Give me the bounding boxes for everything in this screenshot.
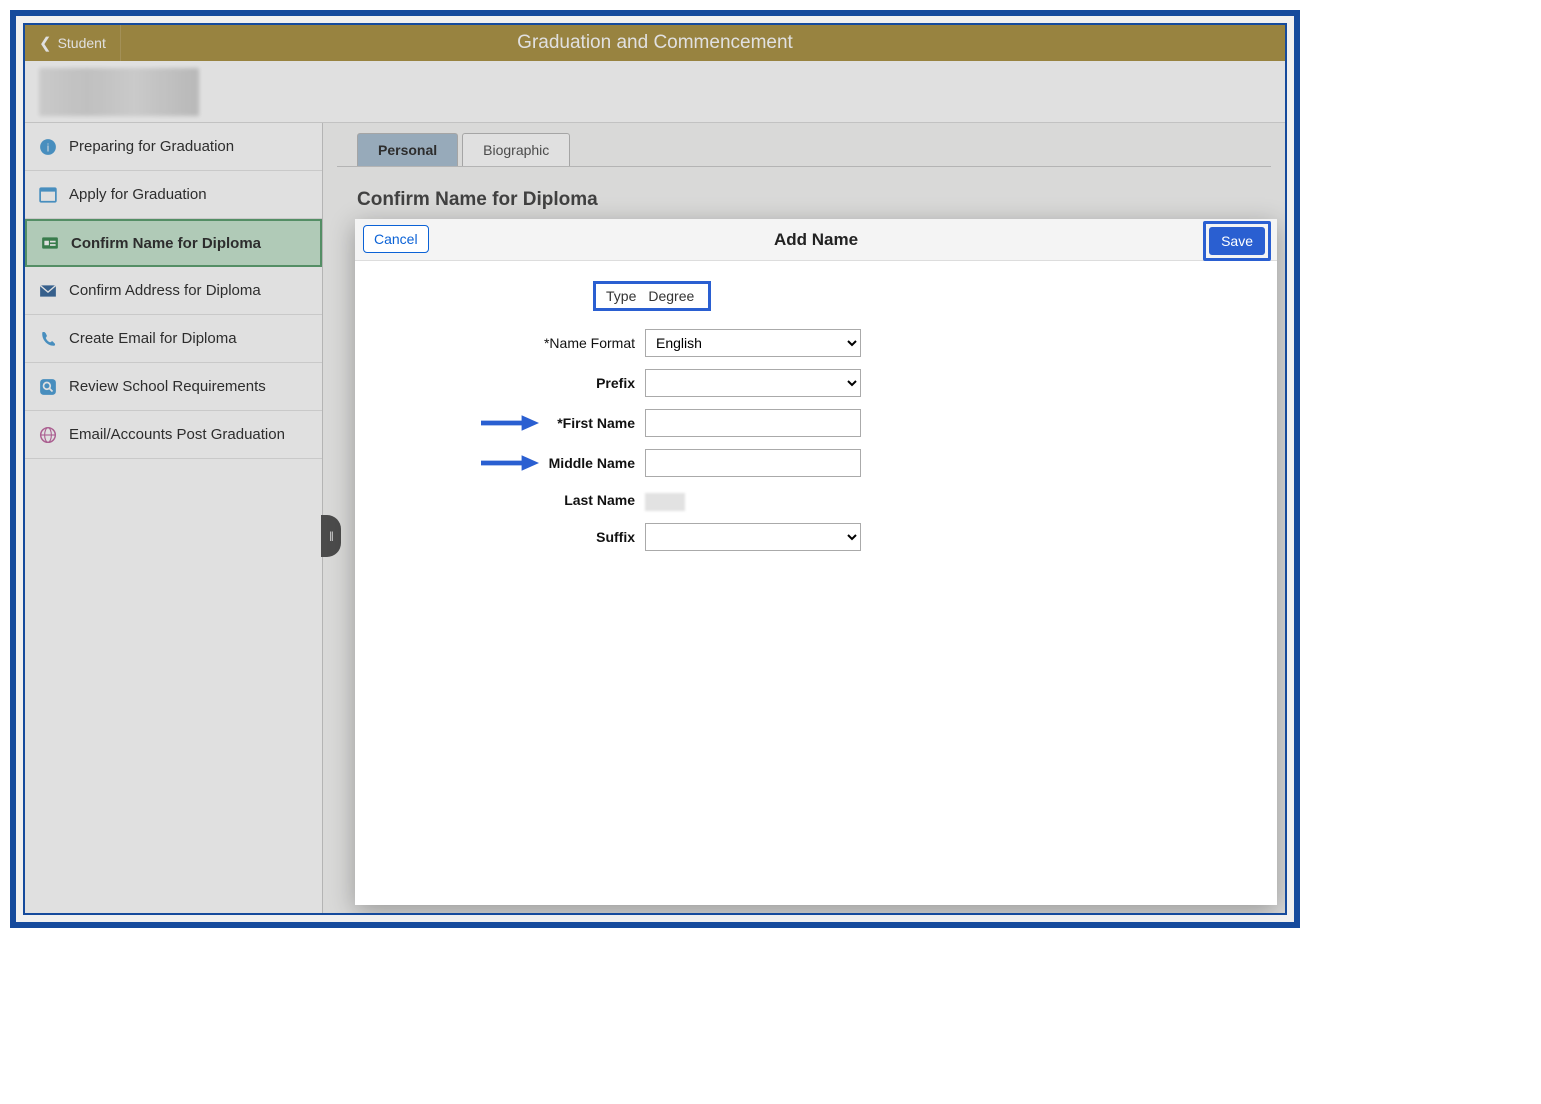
phone-icon: [39, 330, 57, 348]
suffix-label: Suffix: [355, 529, 645, 545]
add-name-modal: Cancel Add Name Save Type Degree *Name F…: [355, 219, 1277, 905]
info-icon: i: [39, 138, 57, 156]
sidebar-item-label: Confirm Address for Diploma: [69, 282, 261, 299]
sidebar-item-apply[interactable]: Apply for Graduation: [25, 171, 322, 219]
tabs: Personal Biographic: [337, 133, 1271, 167]
avatar: [39, 68, 199, 116]
last-name-value: [645, 493, 685, 511]
sidebar-item-label: Review School Requirements: [69, 378, 266, 395]
search-icon: [39, 378, 57, 396]
arrow-middle-name: [481, 455, 539, 471]
sidebar-item-post-grad[interactable]: Email/Accounts Post Graduation: [25, 411, 322, 459]
svg-text:i: i: [47, 142, 50, 154]
profile-strip: [25, 61, 1285, 123]
sidebar: i Preparing for Graduation Apply for Gra…: [25, 123, 323, 913]
sidebar-item-label: Apply for Graduation: [69, 186, 207, 203]
prefix-label: Prefix: [355, 375, 645, 391]
save-button[interactable]: Save: [1209, 227, 1265, 255]
middle-name-input[interactable]: [645, 449, 861, 477]
mail-icon: [39, 282, 57, 300]
back-button[interactable]: ❮ Student: [25, 25, 121, 61]
modal-title: Add Name: [774, 230, 858, 250]
suffix-select[interactable]: [645, 523, 861, 551]
sidebar-item-label: Preparing for Graduation: [69, 138, 234, 155]
type-highlight: Type Degree: [593, 281, 711, 311]
tab-biographic[interactable]: Biographic: [462, 133, 570, 166]
topbar: ❮ Student Graduation and Commencement: [25, 25, 1285, 61]
back-label: Student: [58, 35, 106, 51]
card-icon: [41, 234, 59, 252]
sidebar-item-confirm-name[interactable]: Confirm Name for Diploma: [25, 219, 322, 267]
name-format-label: *Name Format: [355, 335, 645, 351]
chevron-left-icon: ❮: [39, 34, 52, 52]
form-icon: [39, 186, 57, 204]
sidebar-item-review[interactable]: Review School Requirements: [25, 363, 322, 411]
sidebar-item-label: Create Email for Diploma: [69, 330, 237, 347]
tab-personal[interactable]: Personal: [357, 133, 458, 166]
first-name-input[interactable]: [645, 409, 861, 437]
name-format-select[interactable]: English: [645, 329, 861, 357]
sidebar-item-preparing[interactable]: i Preparing for Graduation: [25, 123, 322, 171]
globe-icon: [39, 426, 57, 444]
sidebar-item-label: Confirm Name for Diploma: [71, 235, 261, 252]
prefix-select[interactable]: [645, 369, 861, 397]
sidebar-item-confirm-address[interactable]: Confirm Address for Diploma: [25, 267, 322, 315]
cancel-button[interactable]: Cancel: [363, 225, 429, 253]
sidebar-item-create-email[interactable]: Create Email for Diploma: [25, 315, 322, 363]
modal-header: Cancel Add Name Save: [355, 219, 1277, 261]
arrow-first-name: [481, 415, 539, 431]
sidebar-item-label: Email/Accounts Post Graduation: [69, 426, 285, 443]
sidebar-collapse-handle[interactable]: ||: [321, 515, 341, 557]
type-label: Type: [606, 288, 636, 304]
section-heading: Confirm Name for Diploma: [337, 167, 1271, 219]
type-value: Degree: [648, 288, 694, 304]
last-name-label: Last Name: [355, 492, 645, 508]
page-title: Graduation and Commencement: [25, 32, 1285, 54]
save-highlight: Save: [1203, 221, 1271, 261]
